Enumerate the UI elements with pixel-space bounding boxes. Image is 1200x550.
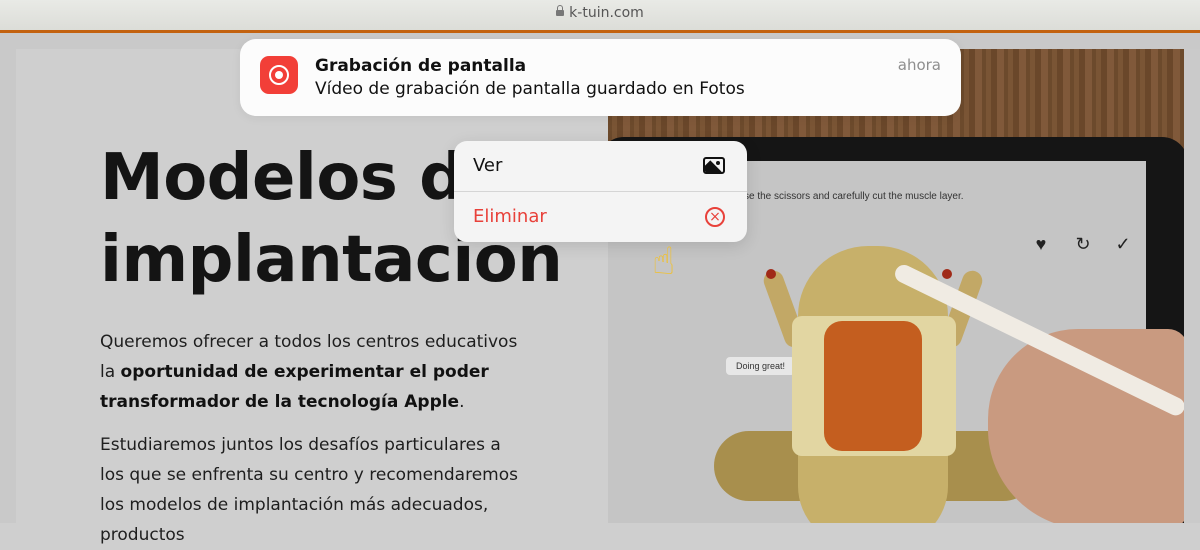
notification-banner[interactable]: Grabación de pantalla Vídeo de grabación… [240,39,961,116]
pointing-hand-icon: ☝ [652,239,676,283]
intro-bold-text: oportunidad de experimentar el poder tra… [100,362,489,412]
heart-icon: ♥ [1035,234,1047,254]
url-display[interactable]: k-tuin.com [0,5,1200,21]
browser-address-bar[interactable]: k-tuin.com [0,0,1200,30]
notification-body: Vídeo de grabación de pantalla guardado … [315,79,745,99]
frog-muscle-layer [824,321,922,451]
intro-paragraph: Queremos ofrecer a todos los centros edu… [100,327,530,417]
page-margin [1184,49,1200,523]
screen-record-icon [260,56,298,94]
app-instruction: se the scissors and carefully cut the mu… [744,191,964,202]
url-text: k-tuin.com [569,5,644,21]
menu-item-label: Ver [473,155,503,176]
lock-icon [556,5,565,16]
photo-icon [703,157,725,174]
rotate-icon: ↻ [1075,234,1091,254]
context-menu: Ver Eliminar × [454,141,747,242]
x-circle-icon: × [705,207,725,227]
feedback-bubble: Doing great! [726,357,796,375]
pin-marker [766,269,776,279]
notification-time: ahora [897,56,941,74]
menu-item-ver[interactable]: Ver [454,141,747,192]
hero-photo: se the scissors and carefully cut the mu… [608,49,1184,523]
intro-end: . [459,392,465,412]
menu-item-eliminar[interactable]: Eliminar × [454,192,747,242]
notification-title: Grabación de pantalla [315,56,527,76]
menu-item-label: Eliminar [473,206,547,227]
pin-marker [942,269,952,279]
title-line-1: Modelos de [100,141,508,215]
check-icon: ✓ [1115,234,1131,254]
study-paragraph: Estudiaremos juntos los desafíos particu… [100,435,518,545]
